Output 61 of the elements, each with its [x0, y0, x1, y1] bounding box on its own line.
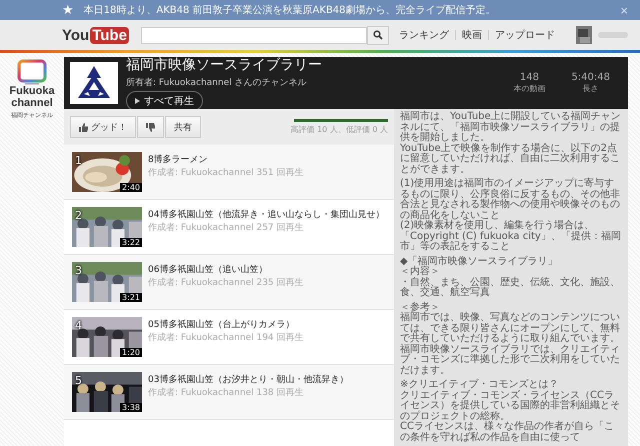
nav-link[interactable]: 映画 [462, 28, 482, 42]
description-text: (1)使用用途は福岡市のイメージアップに寄与するものに限り、公序良俗に反するもの、その他非合法と見なされる製作物への使用や映像そのものの商品化をしないこと [400, 179, 621, 220]
video-row[interactable]: 5 3:38 03博多祇園山笠（お汐井とり・朝山・他流舁き） 作成者: Fukuokachannel 138 回再生 [64, 365, 394, 420]
description-text: ＜参考＞ [400, 302, 441, 312]
video-duration: 3:21 [120, 293, 142, 302]
stat-label: 本の動画 [513, 83, 546, 94]
search-field[interactable] [140, 26, 367, 44]
description-text: 福岡市では、映像、写真などのコンテンツについては、できる限り皆さんにオープンにして、無料で共有していただけるように取り組んでいます。福岡市映像ソースライブラリでは、クリエイティブ・コモンズに準拠した形で二次利用をしていただけます。 [400, 313, 621, 376]
playlist-index: 4 [75, 319, 82, 332]
channel-logo-text: Fukuoka [9, 85, 55, 97]
description-text: ＜内容＞ [400, 267, 441, 277]
description-text: ※クリエイティブ・コモンズとは？ [400, 380, 560, 390]
stat-label: 長さ [582, 83, 599, 94]
nav-link[interactable]: アップロード [494, 28, 555, 42]
description-text: (2)映像素材を使用し、編集を行う場合は、「Copyright (C) fukuoka city」、「提供：福岡市」等の表記をすること [400, 221, 622, 252]
thumbs-down-icon [146, 122, 155, 132]
star-icon: ★ [62, 2, 74, 18]
playlist-index: 1 [75, 154, 82, 167]
playlist-index: 3 [75, 264, 82, 277]
video-title[interactable]: 8博多ラーメン [148, 153, 304, 166]
video-meta: 作成者: Fukuokachannel 351 回再生 [148, 166, 304, 179]
description-text: ・自然、まち、公園、歴史、伝統、文化、施設、食、交通、航空写真 [400, 278, 621, 298]
video-meta: 作成者: Fukuokachannel 257 回再生 [148, 222, 305, 234]
thumbs-up-icon [79, 122, 88, 132]
video-row[interactable]: 3 3:21 06博多祇園山笠（追い山笠） 作成者: Fukuokachannel 235 回再生 [64, 255, 394, 310]
video-title[interactable]: 03博多祇園山笠（お汐井とり・朝山・他流舁き） [148, 373, 348, 386]
nav-link[interactable]: ランキング [398, 28, 449, 42]
description-text: CCライセンスは、様々な作品の作者が自ら「この条件を守れば私の作品を自由に使って [400, 422, 615, 443]
like-button[interactable]: グッド！ [70, 116, 136, 138]
video-duration: 3:22 [120, 238, 142, 247]
channel-logo-text: channel [11, 97, 53, 109]
video-meta: 作成者: Fukuokachannel 138 回再生 [148, 386, 305, 399]
search-button[interactable] [366, 26, 389, 44]
play-all-button[interactable]: すべて再生 [126, 90, 203, 110]
description-text: 福岡市は、YouTube上に開設している福岡チャンネルにて、「福岡市映像ソースライブラリ」の提供を開始しました。 [400, 112, 622, 143]
description-text: クリエイティブ・コモンズ・ライセンス（CCライセンス）を提供している国際的非営利組織とそのプロジェクトの総称。 [400, 390, 621, 422]
video-duration: 2:40 [120, 183, 142, 192]
city-emblem-icon [70, 62, 118, 104]
video-row[interactable]: 1 2:40 8博多ラーメン 作成者: Fukuokachannel 351 回再生 [64, 145, 394, 200]
playlist-title: 福岡市映像ソースライブラリー [126, 56, 323, 74]
video-duration: 3:38 [120, 403, 142, 412]
video-title[interactable]: 06博多祇園山笠（追い山笠） [148, 263, 304, 276]
dislike-button[interactable] [137, 116, 164, 138]
playlist-owner[interactable]: 所有者: Fukuokachannel さんのチャンネル [126, 76, 506, 88]
playlist-index: 2 [75, 209, 82, 222]
video-duration: 1:20 [120, 348, 142, 357]
video-meta: 作成者: Fukuokachannel 194 回再生 [148, 332, 304, 344]
video-title[interactable]: 05博多祇園山笠（台上がりカメラ） [148, 318, 304, 331]
tv-screen-icon[interactable] [17, 59, 47, 85]
video-meta: 作成者: Fukuokachannel 235 回再生 [148, 276, 304, 289]
search-icon [372, 30, 383, 40]
rating-text: 高評価 10 人、低評価 0 人 [290, 124, 388, 135]
playlist-index: 5 [75, 374, 82, 387]
play-icon [135, 98, 140, 104]
share-button[interactable]: 共有 [165, 116, 201, 138]
avatar-icon[interactable] [576, 26, 592, 44]
description-text: ◆「福岡市映像ソースライブラリ」 [400, 256, 559, 266]
stat-value: 5:40:48 [571, 72, 610, 83]
description-text: YouTube上で映像を制作する場合に、以下の2点に留意していただければ、自由に二次利用することができます。 [400, 144, 621, 175]
stat-value: 148 [520, 72, 539, 83]
video-title[interactable]: 04博多祇園山笠（他流舁き・追い山ならし・集団山見せ） [148, 208, 384, 221]
